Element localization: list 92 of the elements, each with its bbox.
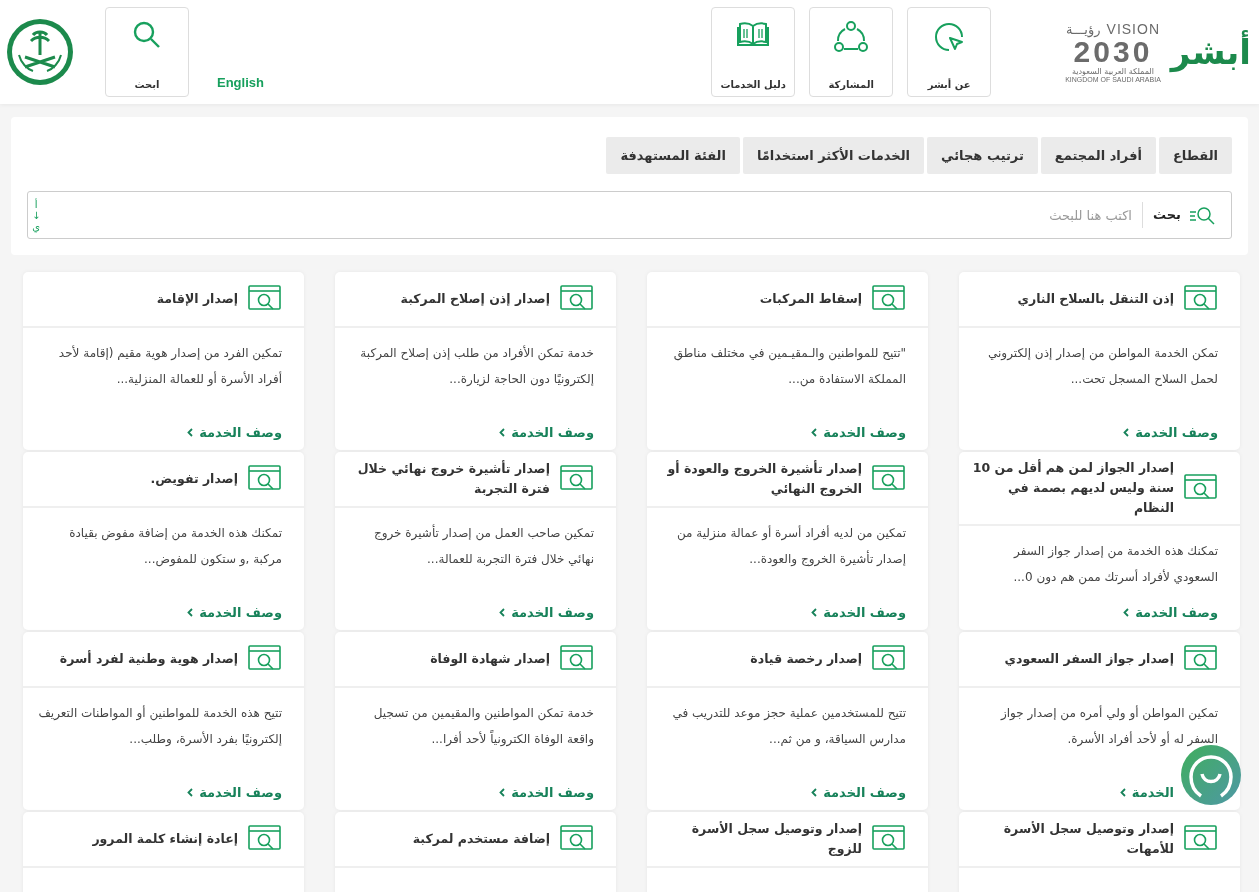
- window-search-icon: [1184, 825, 1218, 853]
- service-title: إصدار رخصة قيادة: [750, 650, 862, 668]
- window-search-icon: [1184, 285, 1218, 313]
- chevron-icon: [499, 608, 506, 617]
- service-description: تتيح هذه الخدمة للمواطنين أو المواطنات التعريف إلكترونيًا بفرد الأسرة، وطلب...: [37, 704, 282, 748]
- window-search-icon: [872, 825, 906, 853]
- window-search-icon: [872, 285, 906, 313]
- search-button[interactable]: ابحث: [105, 7, 189, 97]
- chevron-icon: [1119, 788, 1126, 797]
- service-title: إصدار تأشيرة خروج نهائي خلال فترة التجربة: [356, 459, 550, 498]
- chevron-icon: [1123, 428, 1130, 437]
- vision-year: 2030: [1073, 37, 1153, 67]
- service-link[interactable]: وصف الخدمة: [187, 785, 282, 800]
- chevron-icon: [499, 428, 506, 437]
- service-title: إصدار الجواز لمن هم أقل من 10 سنة وليس لديهم بصمة في النظام: [971, 458, 1174, 518]
- filter-tab[interactable]: الخدمات الأكثر استخدامًا: [742, 137, 925, 174]
- book-icon: [736, 20, 771, 48]
- window-search-icon: [560, 285, 594, 313]
- service-title: إصدار وتوصيل سجل الأسرة للزوج: [690, 820, 862, 858]
- window-search-icon: [248, 285, 282, 313]
- brand-logo: أبشر: [1170, 32, 1251, 72]
- service-title: إصدار جواز السفر السعودي: [1004, 650, 1174, 668]
- chevron-icon: [811, 428, 818, 437]
- service-description: تتيح للمستخدمين عملية حجز موعد للتدريب في مدارس السياقة، و من ثم...: [671, 705, 906, 749]
- service-description: تمكين من لديه أفراد أسرة أو عمالة منزلية من إصدار تأشيرة الخروج والعودة...: [675, 524, 906, 569]
- search-field[interactable]: بحث اكتب هنا للبحث أ ↓ ي: [27, 191, 1232, 239]
- service-link[interactable]: وصف الخدمة: [1123, 605, 1218, 620]
- nav-button[interactable]: دليل الخدمات: [711, 7, 796, 97]
- service-title: إصدار هوية وطنية لفرد أسرة: [59, 649, 238, 668]
- window-search-icon: [560, 825, 594, 853]
- service-title: إصدار شهادة الوفاة: [430, 650, 550, 668]
- service-description: خدمة تمكن الأفراد من طلب إذن إصلاح المركبة إلكترونيًا دون الحاجة لزيارة...: [359, 344, 594, 388]
- window-search-icon: [248, 645, 282, 673]
- vision-arabic: رؤيـــة: [1065, 22, 1101, 37]
- window-search-icon: [1184, 645, 1218, 673]
- service-link[interactable]: وصف الخدمة: [811, 425, 906, 440]
- chevron-icon: [187, 428, 194, 437]
- service-title: إصدار تفويض.: [150, 470, 238, 488]
- nav-button[interactable]: المشاركة: [809, 7, 894, 97]
- emblem-icon: [5, 17, 75, 87]
- service-link[interactable]: وصف الخدمة: [811, 605, 906, 620]
- window-search-icon: [248, 825, 282, 853]
- window-search-icon: [872, 465, 906, 493]
- sort-toggle[interactable]: أ ↓ ي: [32, 198, 41, 232]
- service-title: إضافة مستخدم لمركبة: [412, 830, 550, 849]
- share-icon: [833, 20, 870, 54]
- chevron-icon: [187, 788, 194, 797]
- service-link[interactable]: وصف الخدمة: [499, 425, 594, 440]
- service-link[interactable]: وصف الخدمة: [1123, 425, 1218, 440]
- window-search-icon: [560, 645, 594, 673]
- service-title: إسقاط المركبات: [759, 290, 862, 308]
- smiley-icon: [1188, 752, 1234, 798]
- service-link[interactable]: وصف الخدمة: [811, 785, 906, 800]
- chevron-icon: [187, 608, 194, 617]
- service-title: إعادة إنشاء كلمة المرور: [92, 830, 238, 848]
- service-description: تمكنك هذه الخدمة من إصدار جواز السفر السعودي لأفراد أسرتك ممن هم دون 0...: [1012, 543, 1218, 587]
- service-description: تمكين صاحب العمل من إصدار تأشيرة خروج نهائي خلال فترة التجربة للعمالة...: [372, 523, 594, 568]
- service-link[interactable]: وصف الخدمة: [187, 425, 282, 440]
- country-arabic: المملكة العربية السعودية: [1071, 67, 1155, 76]
- vision-word: VISION: [1106, 21, 1160, 37]
- service-link[interactable]: الخدمة: [1119, 785, 1174, 800]
- chevron-icon: [811, 608, 818, 617]
- filter-tab[interactable]: القطاع: [1158, 137, 1232, 174]
- window-search-icon: [1184, 474, 1218, 502]
- service-description: تمكنك هذه الخدمة من إضافة مفوض بقيادة مركبة ,و ستكون للمفوض...: [68, 525, 282, 569]
- filter-tab[interactable]: أفراد المجتمع: [1040, 137, 1156, 174]
- service-title: إصدار الإقامة: [156, 290, 238, 308]
- search-icon: [1189, 204, 1217, 226]
- filter-tab[interactable]: الفئة المستهدفة: [606, 137, 740, 174]
- chevron-icon: [1123, 608, 1130, 617]
- chevron-icon: [811, 788, 818, 797]
- service-link[interactable]: وصف الخدمة: [499, 785, 594, 800]
- service-title: إذن التنقل بالسلاح الناري: [1017, 290, 1174, 308]
- language-link[interactable]: English: [217, 75, 264, 90]
- nav-button[interactable]: عن أبشر: [907, 7, 992, 97]
- service-link[interactable]: وصف الخدمة: [499, 605, 594, 620]
- window-search-icon: [872, 645, 906, 673]
- service-title: إصدار تأشيرة الخروج والعودة أو الخروج النهائي: [666, 459, 862, 498]
- service-link[interactable]: وصف الخدمة: [187, 605, 282, 620]
- service-title: إصدار وتوصيل سجل الأسرة للأمهات: [1002, 820, 1174, 858]
- service-description: تمكن الخدمة المواطن من إصدار إذن إلكتروني لحمل السلاح المسجل تحت...: [987, 345, 1218, 388]
- window-search-icon: [248, 465, 282, 493]
- search-icon: [132, 20, 162, 50]
- service-description: تمكين المواطن أو ولي أمره من إصدار جواز السفر له أو لأحد أفراد الأسرة.: [999, 704, 1218, 749]
- search-label: بحث: [1142, 202, 1181, 228]
- chevron-icon: [499, 788, 506, 797]
- service-description: "تتيح للمواطنين والـمقيـمين في مختلف مناطق المملكة الاستفادة من...: [672, 345, 906, 389]
- filter-tab[interactable]: ترتيب هجائي: [927, 137, 1038, 174]
- service-description: تمكين الفرد من إصدار هوية مقيم (إقامة لأحد أفراد الأسرة أو للعمالة المنزلية...: [57, 344, 282, 388]
- window-search-icon: [560, 465, 594, 493]
- service-title: إصدار إذن إصلاح المركبة: [400, 290, 550, 308]
- service-description: خدمة تمكن المواطنين والمقيمين من تسجيل واقعة الوفاة الكترونياً لأحد أفرا...: [372, 705, 594, 749]
